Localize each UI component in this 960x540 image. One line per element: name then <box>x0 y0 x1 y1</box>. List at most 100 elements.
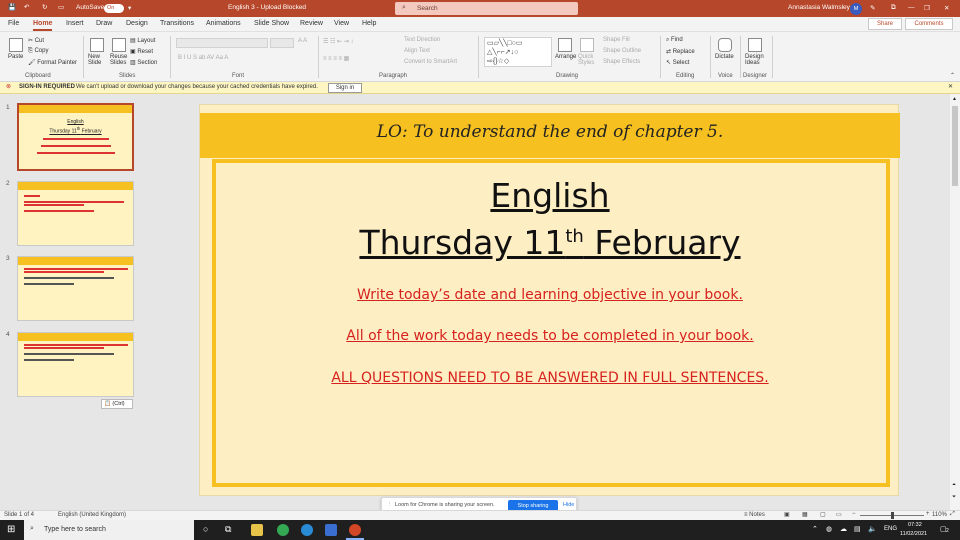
section-button[interactable]: ▥ Section <box>130 59 157 66</box>
font-size-box[interactable] <box>270 38 294 48</box>
slide-show-icon[interactable]: ▭ <box>836 511 842 518</box>
cortana-icon[interactable]: ○ <box>203 524 208 534</box>
powerpoint-icon[interactable] <box>349 524 361 536</box>
cut-button[interactable]: ✂ Cut <box>28 37 44 44</box>
slide-1[interactable]: LO: To understand the end of chapter 5. … <box>199 104 900 496</box>
next-slide-icon[interactable]: ⏷ <box>952 494 956 500</box>
slide-thumbnail-3[interactable] <box>17 256 134 321</box>
sign-in-button[interactable]: Sign in <box>328 83 362 93</box>
volume-icon[interactable]: 🔈 <box>868 525 877 533</box>
drag-handle-icon[interactable]: ⋮ <box>387 502 393 508</box>
collapse-ribbon-icon[interactable]: ⌃ <box>950 72 955 79</box>
scroll-thumb[interactable] <box>952 106 958 186</box>
scroll-up-icon[interactable]: ▲ <box>952 96 957 102</box>
tab-slide-show[interactable]: Slide Show <box>254 20 289 27</box>
quick-styles-button[interactable]: Quick Styles <box>578 54 600 66</box>
edge-icon[interactable] <box>301 524 313 536</box>
fit-slide-icon[interactable]: ⤢ <box>950 511 955 518</box>
close-icon[interactable]: ✕ <box>944 4 949 12</box>
slide-thumbnail-2[interactable] <box>17 181 134 246</box>
slide-sorter-icon[interactable]: ▦ <box>802 511 808 518</box>
windows-start-icon[interactable]: ⊞ <box>7 524 15 535</box>
shape-fill-button[interactable]: Shape Fill <box>603 37 630 43</box>
instruction-line-1[interactable]: Write today’s date and learning objectiv… <box>200 287 900 303</box>
hide-button[interactable]: Hide <box>563 502 574 508</box>
layout-button[interactable]: ▤ Layout <box>130 37 155 44</box>
arrange-icon[interactable] <box>558 38 572 52</box>
date-title[interactable]: Thursday 11th February <box>200 223 900 262</box>
chat-icon[interactable]: ◍ <box>826 525 832 533</box>
maximize-icon[interactable]: ❐ <box>924 4 930 12</box>
comments-button[interactable]: Comments <box>905 18 953 30</box>
taskbar-search[interactable]: ⌕ Type here to search <box>24 520 194 540</box>
tab-design[interactable]: Design <box>126 20 148 27</box>
font-size-icons[interactable]: A A <box>298 38 307 44</box>
zoom-slider-thumb[interactable] <box>891 512 894 519</box>
tab-view[interactable]: View <box>334 20 349 27</box>
font-name-box[interactable] <box>176 38 268 48</box>
zoom-in-icon[interactable]: + <box>926 511 930 517</box>
vertical-scrollbar[interactable]: ▲ ⏶ ⏷ <box>950 94 960 510</box>
reset-button[interactable]: ▣ Reset <box>130 48 153 55</box>
quick-styles-icon[interactable] <box>580 38 594 52</box>
format-painter-button[interactable]: 🖌 Format Painter <box>28 59 77 66</box>
design-ideas-icon[interactable] <box>748 38 762 52</box>
shape-outline-button[interactable]: Shape Outline <box>603 48 641 54</box>
clock-time[interactable]: 07:32 <box>908 522 922 528</box>
paste-options-button[interactable]: 📋 (Ctrl) <box>101 399 133 409</box>
tab-animations[interactable]: Animations <box>206 20 241 27</box>
zoom-out-icon[interactable]: − <box>852 511 856 517</box>
chrome-icon[interactable] <box>277 524 289 536</box>
avatar[interactable]: M <box>850 3 862 15</box>
zoom-app-icon[interactable] <box>325 524 337 536</box>
instruction-line-2[interactable]: All of the work today needs to be comple… <box>200 328 900 344</box>
microphone-icon[interactable] <box>718 38 732 52</box>
tab-help[interactable]: Help <box>362 20 376 27</box>
clock-date[interactable]: 11/02/2021 <box>900 531 927 537</box>
subject-title[interactable]: English <box>200 176 900 215</box>
tab-transitions[interactable]: Transitions <box>160 20 194 27</box>
normal-view-icon[interactable]: ▣ <box>784 511 790 518</box>
learning-objective[interactable]: LO: To understand the end of chapter 5. <box>200 122 900 142</box>
new-slide-icon[interactable] <box>90 38 104 52</box>
task-view-icon[interactable]: ⧉ <box>225 524 231 535</box>
shape-effects-button[interactable]: Shape Effects <box>603 59 640 65</box>
new-slide-button[interactable]: New Slide <box>88 54 110 66</box>
dictate-button[interactable]: Dictate <box>715 54 734 60</box>
replace-button[interactable]: ⇄ Replace <box>666 48 695 55</box>
instruction-line-3[interactable]: ALL QUESTIONS NEED TO BE ANSWERED IN FUL… <box>200 370 900 386</box>
undo-icon[interactable]: ↶ <box>24 3 29 11</box>
notes-button[interactable]: ≡ Notes <box>744 512 765 518</box>
language-tray[interactable]: ENG <box>884 526 897 532</box>
pen-icon[interactable]: ✎ <box>870 4 875 12</box>
font-style-icons[interactable]: B I U S ab AV Aa A <box>178 55 228 61</box>
text-direction-button[interactable]: Text Direction <box>404 37 440 43</box>
copy-button[interactable]: ⎘ Copy <box>28 48 48 55</box>
share-button[interactable]: Share <box>868 18 902 30</box>
tray-chevron-icon[interactable]: ⌃ <box>812 525 818 533</box>
prev-slide-icon[interactable]: ⏶ <box>952 482 956 488</box>
search-box[interactable]: ⌕ Search <box>395 2 578 15</box>
autosave-toggle[interactable]: On <box>104 4 124 13</box>
find-button[interactable]: ⌕ Find <box>666 37 683 44</box>
design-ideas-button[interactable]: Design Ideas <box>745 54 767 66</box>
align-icons[interactable]: ≡ ≡ ≡ ≡ ▦ <box>323 55 349 62</box>
tab-draw[interactable]: Draw <box>96 20 112 27</box>
shapes-gallery[interactable]: ▭▱╲╲□○▭ △╲⌐⌐↗↓○ ⇨{}☆◇ <box>484 37 552 67</box>
tab-file[interactable]: File <box>8 20 19 27</box>
paste-button[interactable]: Paste <box>8 54 23 60</box>
reuse-slides-button[interactable]: Reuse Slides <box>110 54 132 66</box>
tab-home[interactable]: Home <box>33 20 53 31</box>
reuse-slides-icon[interactable] <box>112 38 126 52</box>
cloud-icon[interactable]: ☁ <box>840 525 847 533</box>
network-icon[interactable]: ▤ <box>854 525 861 533</box>
redo-icon[interactable]: ↻ <box>42 3 47 11</box>
presenter-icon[interactable]: ▭ <box>58 3 64 11</box>
align-text-button[interactable]: Align Text <box>404 48 430 54</box>
list-icons[interactable]: ☰ ☷ ⇤ ⇥ ↕ <box>323 38 353 45</box>
smartart-button[interactable]: Convert to SmartArt <box>404 59 457 65</box>
ribbon-display-icon[interactable]: ⧉ <box>891 4 896 12</box>
select-button[interactable]: ↖ Select <box>666 59 689 66</box>
slide-thumbnail-1[interactable]: English Thursday 11th February <box>17 103 134 171</box>
zoom-level[interactable]: 110% <box>932 512 947 518</box>
